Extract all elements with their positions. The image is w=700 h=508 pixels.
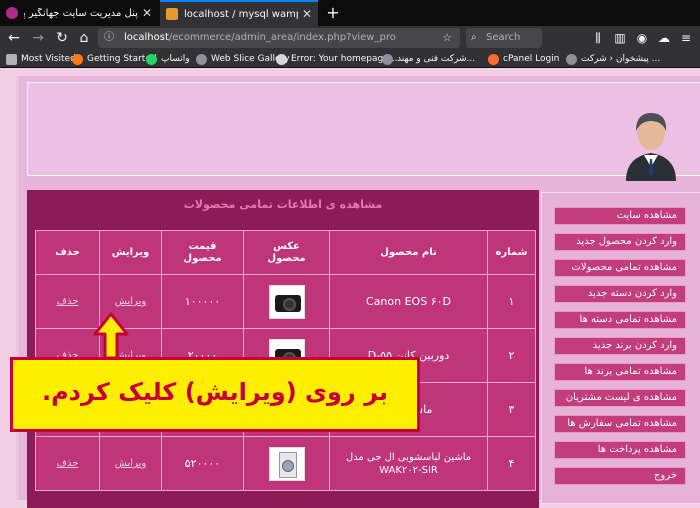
- header-number: شماره: [487, 230, 536, 275]
- bookmark-getting-started[interactable]: Getting Started: [72, 50, 157, 68]
- cell-price: ۵۲۰۰۰۰: [161, 436, 244, 491]
- whatsapp-icon: [146, 53, 157, 65]
- cell-number: ۳: [487, 382, 536, 437]
- cell-image: [243, 274, 330, 329]
- search-placeholder: Search: [486, 32, 521, 43]
- url-host: localhost: [124, 32, 169, 43]
- bookmarks-toolbar: Most Visited Getting Started واتساپ Web …: [0, 50, 700, 68]
- menu-logout[interactable]: خروج: [554, 467, 686, 485]
- globe-icon: [196, 53, 207, 65]
- site-icon: [276, 53, 287, 65]
- sidebar-icon[interactable]: ▥: [612, 30, 628, 46]
- tab-title: localhost / mysql wampserver | php: [184, 8, 298, 20]
- menu-view-site[interactable]: مشاهده سایت: [554, 207, 686, 225]
- cell-image: [243, 436, 330, 491]
- bookmark-dashboard[interactable]: پیشخوان ‹ شرکت ...: [566, 50, 660, 68]
- page-info-icon[interactable]: ⓘ: [104, 28, 114, 48]
- browser-tab-strip: پنل مدیریت سایت جهانگیر پنچکم ✕ localhos…: [0, 0, 700, 26]
- account-icon[interactable]: ◉: [634, 30, 650, 46]
- admin-sidebar: مشاهده سایت وارد کردن محصول جدید مشاهده …: [541, 192, 700, 504]
- tab-phpmyadmin[interactable]: localhost / mysql wampserver | php ✕: [160, 0, 318, 26]
- header-image-line2: محصول: [267, 252, 306, 264]
- table-header-row: شماره نام محصول عکس محصول قیمت محصول ویرای…: [35, 230, 536, 275]
- reload-button[interactable]: ↻: [52, 28, 72, 48]
- navigation-toolbar: ← → ↻ ⌂ ⓘ localhost/ecommerce/admin_area…: [0, 26, 700, 50]
- home-button[interactable]: ⌂: [74, 28, 94, 48]
- arrow-up-icon: [93, 312, 129, 360]
- cell-number: ۱: [487, 274, 536, 329]
- menu-view-categories[interactable]: مشاهده تمامی دسته ها: [554, 311, 686, 329]
- annotation-text: بر روی (ویرایش) کلیک کردم.: [41, 378, 389, 406]
- tab-title: پنل مدیریت سایت جهانگیر پنچکم: [24, 7, 138, 19]
- cell-price: ۱۰۰۰۰۰: [161, 274, 244, 329]
- menu-view-orders[interactable]: مشاهده تمامی سفارش ها: [554, 415, 686, 433]
- forward-button[interactable]: →: [28, 28, 48, 48]
- header-delete: حذف: [35, 230, 100, 275]
- bookmark-label: cPanel Login: [503, 54, 560, 64]
- globe-icon: [566, 53, 577, 65]
- header-price: قیمت محصول: [161, 230, 244, 275]
- bookmark-label: شرکت فنی و مهند...: [397, 54, 476, 64]
- url-path: /ecommerce/admin_area/index.php?view_pro: [168, 32, 396, 43]
- extension-icon[interactable]: ☁: [656, 30, 672, 46]
- admin-header: [27, 82, 700, 181]
- header-image-line1: عکس: [273, 240, 300, 252]
- product-image-camera: [268, 284, 305, 319]
- bookmark-error-homepage[interactable]: Error: Your homepage...: [276, 50, 397, 68]
- library-icon[interactable]: ⫼: [590, 30, 606, 46]
- firefox-icon: [72, 53, 83, 65]
- page-viewport: مشاهده ی اطلاعات تمامی محصولات شماره نام…: [0, 68, 700, 508]
- delete-link[interactable]: حذف: [35, 274, 100, 329]
- header-price-line2: محصول: [183, 252, 222, 264]
- delete-link[interactable]: حذف: [35, 436, 100, 491]
- admin-avatar-icon: [626, 113, 676, 181]
- edit-link[interactable]: ویرایش: [99, 436, 162, 491]
- bookmark-whatsapp[interactable]: واتساپ: [146, 50, 190, 68]
- cell-number: ۲: [487, 328, 536, 383]
- page-wrapper: مشاهده ی اطلاعات تمامی محصولات شماره نام…: [16, 76, 700, 508]
- menu-insert-category[interactable]: وارد کردن دسته جدید: [554, 285, 686, 303]
- cell-name: ماشین لباسشویی ال جی مدل WAK۲۰۲-SIR: [329, 436, 488, 491]
- menu-insert-brand[interactable]: وارد کردن برند جدید: [554, 337, 686, 355]
- menu-view-brands[interactable]: مشاهده تمامی برند ها: [554, 363, 686, 381]
- bookmark-company[interactable]: شرکت فنی و مهند...: [382, 50, 475, 68]
- close-tab-icon[interactable]: ✕: [302, 7, 312, 21]
- bookmark-most-visited[interactable]: Most Visited: [6, 50, 76, 68]
- bookmark-label: واتساپ: [161, 54, 190, 64]
- menu-icon[interactable]: ≡: [678, 30, 694, 46]
- page-title: مشاهده ی اطلاعات تمامی محصولات: [183, 198, 383, 211]
- menu-view-customers[interactable]: مشاهده ی لیست مشتریان: [554, 389, 686, 407]
- menu-view-payments[interactable]: مشاهده پرداخت ها: [554, 441, 686, 459]
- header-edit: ویرایش: [99, 230, 162, 275]
- table-row: ۴ ماشین لباسشویی ال جی مدل WAK۲۰۲-SIR ۵۲…: [35, 436, 536, 491]
- annotation-callout: بر روی (ویرایش) کلیک کردم.: [10, 357, 420, 432]
- header-price-line1: قیمت: [188, 240, 217, 252]
- header-name: نام محصول: [329, 230, 488, 275]
- back-button[interactable]: ←: [4, 28, 24, 48]
- search-icon: ⌕: [471, 32, 477, 43]
- globe-icon: [382, 53, 393, 65]
- product-image-washer: [268, 446, 305, 481]
- cell-number: ۴: [487, 436, 536, 491]
- tab-admin-panel[interactable]: پنل مدیریت سایت جهانگیر پنچکم ✕: [0, 0, 158, 26]
- new-tab-button[interactable]: +: [322, 2, 344, 24]
- firefox-icon: [6, 7, 18, 19]
- bookmark-label: Most Visited: [21, 54, 76, 64]
- menu-insert-product[interactable]: وارد کردن محصول جدید: [554, 233, 686, 251]
- menu-view-products[interactable]: مشاهده تمامی محصولات: [554, 259, 686, 277]
- cell-name: Canon EOS ۶۰D: [329, 274, 488, 329]
- search-input[interactable]: ⌕ Search: [466, 28, 542, 48]
- gear-icon: [6, 53, 17, 65]
- address-bar[interactable]: ⓘ localhost/ecommerce/admin_area/index.p…: [98, 28, 460, 48]
- bookmark-cpanel[interactable]: cPanel Login: [488, 50, 559, 68]
- bookmark-star-icon[interactable]: ☆: [442, 28, 456, 48]
- wampserver-icon: [166, 8, 178, 20]
- header-image: عکس محصول: [243, 230, 330, 275]
- bookmark-label: پیشخوان ‹ شرکت ...: [581, 54, 661, 64]
- cpanel-icon: [488, 53, 499, 65]
- close-tab-icon[interactable]: ✕: [142, 6, 152, 20]
